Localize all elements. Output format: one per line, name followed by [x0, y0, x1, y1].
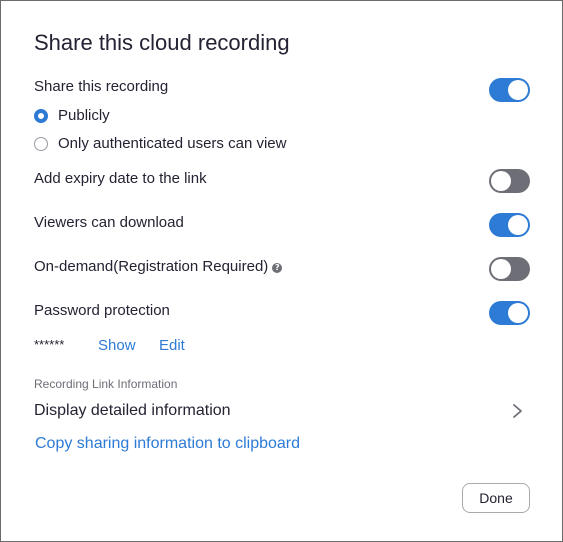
on-demand-toggle[interactable]	[489, 257, 530, 281]
done-button[interactable]: Done	[462, 483, 530, 513]
toggle-knob	[508, 80, 528, 100]
radio-publicly-label: Publicly	[58, 107, 110, 124]
toggle-knob	[491, 259, 511, 279]
password-show-link[interactable]: Show	[98, 337, 136, 354]
radio-publicly-indicator	[34, 109, 48, 123]
share-recording-dialog: Share this cloud recording Share this re…	[0, 0, 563, 542]
toggle-knob	[491, 171, 511, 191]
expiry-label: Add expiry date to the link	[34, 170, 207, 187]
password-toggle[interactable]	[489, 301, 530, 325]
download-label: Viewers can download	[34, 214, 184, 231]
display-detailed-info-label[interactable]: Display detailed information	[34, 402, 231, 420]
share-recording-toggle[interactable]	[489, 78, 530, 102]
question-circle-icon[interactable]: ?	[272, 263, 283, 273]
share-recording-label: Share this recording	[34, 78, 169, 95]
radio-authenticated-only-indicator	[34, 137, 48, 151]
password-label: Password protection	[34, 302, 170, 319]
on-demand-label-text: On-demand(Registration Required)	[34, 258, 269, 275]
on-demand-label: On-demand(Registration Required)?	[34, 258, 283, 275]
chevron-right-icon[interactable]	[511, 403, 525, 419]
toggle-knob	[508, 215, 528, 235]
radio-authenticated-only[interactable]: Only authenticated users can view	[34, 135, 294, 154]
copy-sharing-info-link[interactable]: Copy sharing information to clipboard	[35, 435, 300, 453]
expiry-toggle[interactable]	[489, 169, 530, 193]
recording-link-info-heading: Recording Link Information	[34, 377, 178, 391]
password-masked-value: ******	[34, 337, 65, 352]
password-edit-link[interactable]: Edit	[159, 337, 185, 354]
radio-publicly[interactable]: Publicly	[34, 107, 154, 126]
radio-authenticated-only-label: Only authenticated users can view	[58, 135, 287, 152]
dialog-title: Share this cloud recording	[34, 30, 290, 55]
download-toggle[interactable]	[489, 213, 530, 237]
toggle-knob	[508, 303, 528, 323]
